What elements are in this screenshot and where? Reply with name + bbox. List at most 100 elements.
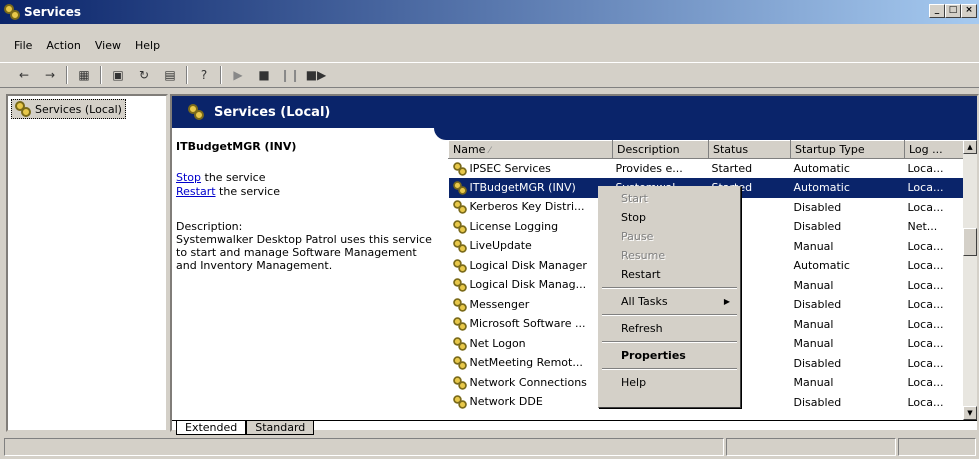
restart-service-link[interactable]: Restart bbox=[176, 185, 216, 198]
vertical-scrollbar[interactable]: ▲ ▼ bbox=[963, 140, 977, 420]
cell-text: Manual bbox=[793, 376, 834, 390]
service-log-on-cell: Loca... bbox=[905, 256, 966, 276]
column-header-startup-type[interactable]: Startup Type bbox=[790, 140, 905, 159]
cell-text: Automatic bbox=[793, 162, 850, 175]
service-log-on-cell: Loca... bbox=[905, 315, 966, 335]
context-menu: Start Stop Pause Resume Restart All Tasks ▶ Ref… bbox=[598, 186, 741, 408]
service-log-on-cell: Loca... bbox=[905, 373, 966, 393]
help-icon[interactable]: ? bbox=[194, 66, 214, 84]
scroll-down-button[interactable]: ▼ bbox=[963, 406, 977, 420]
menu-file[interactable]: File bbox=[14, 39, 32, 52]
stop-icon[interactable]: ■ bbox=[254, 66, 274, 84]
description-label: Description: bbox=[176, 220, 243, 233]
view-tabs: Extended Standard bbox=[172, 420, 977, 435]
scroll-up-button[interactable]: ▲ bbox=[963, 140, 977, 154]
restart-icon[interactable]: ■▶ bbox=[306, 66, 327, 84]
menu-item-label: Properties bbox=[621, 349, 686, 362]
menu-separator bbox=[602, 314, 737, 316]
context-menu-item-start: Start bbox=[601, 189, 738, 208]
context-menu-item-help[interactable]: Help bbox=[601, 373, 738, 392]
context-menu-item-restart[interactable]: Restart bbox=[601, 265, 738, 284]
tab-extended[interactable]: Extended bbox=[176, 421, 247, 435]
minimize-button[interactable]: _ bbox=[929, 4, 945, 18]
close-button[interactable]: × bbox=[961, 4, 977, 18]
context-menu-item-pause: Pause bbox=[601, 227, 738, 246]
service-gear-icon bbox=[452, 375, 467, 390]
cell-text: Disabled bbox=[793, 356, 842, 370]
menu-separator bbox=[602, 368, 737, 370]
service-name-cell: Net Logon bbox=[449, 334, 613, 354]
service-status-cell: Started bbox=[709, 159, 791, 179]
column-header-status[interactable]: Status bbox=[708, 140, 791, 159]
service-description-cell: Provides e... bbox=[613, 159, 709, 179]
service-log-on-cell: Loca... bbox=[905, 393, 966, 413]
cell-text: Disabled bbox=[793, 200, 842, 214]
menu-view[interactable]: View bbox=[95, 39, 121, 52]
menu-item-label: Stop bbox=[621, 211, 647, 224]
service-gear-icon bbox=[452, 258, 467, 273]
column-headers: Name ⁄ Description Status Startup Type L… bbox=[448, 140, 965, 159]
service-name-cell: ITBudgetMGR (INV) bbox=[448, 178, 613, 198]
cell-text: Manual bbox=[793, 337, 834, 351]
context-menu-item-refresh[interactable]: Refresh bbox=[601, 319, 738, 338]
cell-text: Manual bbox=[793, 239, 834, 253]
refresh-icon[interactable]: ↻ bbox=[134, 66, 154, 84]
context-menu-item-properties[interactable]: Properties bbox=[601, 346, 738, 365]
service-startup-type-cell: Automatic bbox=[790, 178, 905, 198]
context-menu-item-resume: Resume bbox=[601, 246, 738, 265]
service-gear-icon bbox=[452, 161, 467, 176]
services-gear-icon bbox=[188, 104, 204, 120]
scroll-thumb[interactable] bbox=[963, 228, 977, 256]
service-name-cell: License Logging bbox=[449, 217, 613, 237]
cell-text: Loca... bbox=[907, 278, 944, 292]
details-pane: Services (Local) ITBudgetMGR (INV) Stop … bbox=[170, 94, 979, 435]
pause-icon[interactable]: ❙❙ bbox=[280, 66, 300, 84]
stop-service-link[interactable]: Stop bbox=[176, 171, 201, 184]
service-startup-type-cell: Automatic bbox=[791, 159, 905, 179]
service-name-cell: NetMeeting Remot... bbox=[449, 354, 613, 374]
menu-action[interactable]: Action bbox=[46, 39, 80, 52]
back-icon[interactable]: ← bbox=[14, 66, 34, 84]
column-header-log-on-as[interactable]: Log ... bbox=[904, 140, 965, 159]
menu-bar: File Action View Help bbox=[0, 34, 979, 56]
banner: Services (Local) bbox=[172, 96, 977, 128]
column-header-description[interactable]: Description bbox=[612, 140, 709, 159]
properties-icon[interactable]: ▣ bbox=[108, 66, 128, 84]
play-icon[interactable]: ▶ bbox=[228, 66, 248, 84]
menu-help[interactable]: Help bbox=[135, 39, 160, 52]
cell-text: Logical Disk Manag... bbox=[469, 278, 587, 292]
show-hide-tree-icon[interactable]: ▦ bbox=[74, 66, 94, 84]
service-startup-type-cell: Disabled bbox=[791, 393, 905, 413]
window-controls: _ □ × bbox=[929, 4, 977, 18]
status-pane-3 bbox=[898, 438, 976, 456]
service-log-on-cell: Loca... bbox=[905, 237, 966, 257]
service-startup-type-cell: Disabled bbox=[791, 295, 905, 315]
cell-text: Started bbox=[711, 162, 753, 175]
banner-curve bbox=[434, 128, 977, 140]
service-startup-type-cell: Manual bbox=[791, 237, 905, 257]
export-list-icon[interactable]: ▤ bbox=[160, 66, 180, 84]
service-name-cell: Logical Disk Manag... bbox=[449, 276, 613, 296]
table-row[interactable]: IPSEC Services Provides e... Started Automa… bbox=[449, 159, 966, 179]
context-menu-item-all-tasks[interactable]: All Tasks ▶ bbox=[601, 292, 738, 311]
restart-line-text: the service bbox=[215, 185, 280, 198]
service-log-on-cell: Loca... bbox=[905, 295, 966, 315]
tab-standard[interactable]: Standard bbox=[246, 421, 315, 435]
tree-node-services-local[interactable]: Services (Local) bbox=[11, 99, 126, 119]
restart-line: Restart the service bbox=[176, 185, 438, 198]
description-block: Description: Systemwalker Desktop Patrol… bbox=[176, 220, 438, 272]
column-header-name[interactable]: Name ⁄ bbox=[448, 140, 613, 159]
cell-text: ITBudgetMGR (INV) bbox=[469, 180, 576, 194]
service-name-cell: Network Connections bbox=[449, 373, 613, 393]
forward-icon[interactable]: → bbox=[40, 66, 60, 84]
service-name-cell: Logical Disk Manager bbox=[449, 256, 613, 276]
cell-text: Loca... bbox=[907, 356, 944, 370]
service-gear-icon bbox=[452, 219, 467, 234]
console-tree: Services (Local) bbox=[6, 94, 168, 432]
title-bar: Services _ □ × bbox=[0, 0, 979, 24]
cell-text: Loca... bbox=[907, 337, 944, 351]
context-menu-item-stop[interactable]: Stop bbox=[601, 208, 738, 227]
service-log-on-cell: Loca... bbox=[905, 159, 966, 179]
maximize-button[interactable]: □ bbox=[945, 4, 961, 18]
service-log-on-cell: Loca... bbox=[905, 334, 966, 354]
